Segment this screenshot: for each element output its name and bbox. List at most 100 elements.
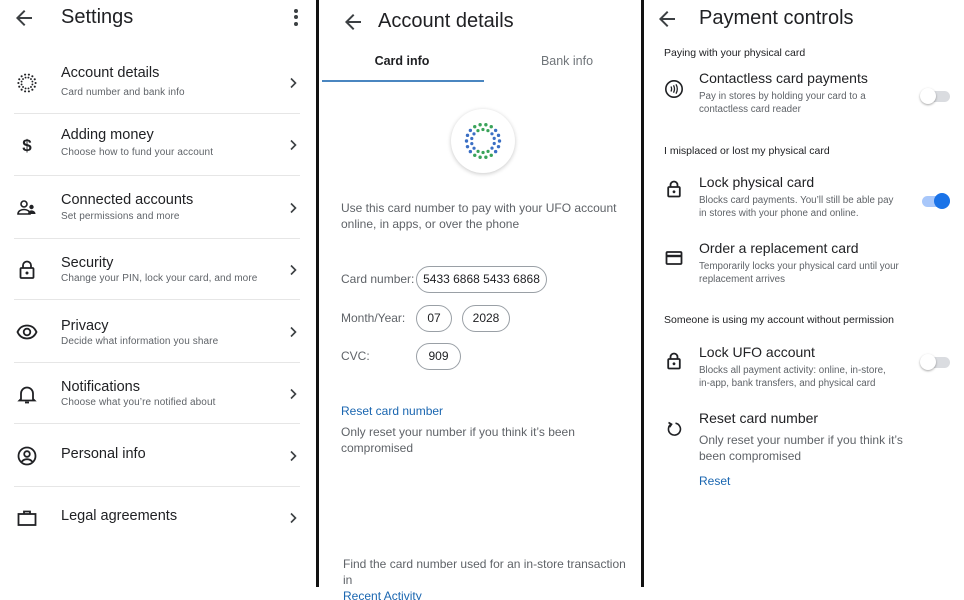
- account-details-screen: Account details Card info Bank info Use …: [319, 0, 641, 600]
- logo-dot: [34, 81, 37, 85]
- logo-dot: [30, 78, 32, 80]
- refresh-icon: [664, 419, 684, 439]
- recent-activity-link[interactable]: Recent Activity: [343, 588, 633, 600]
- logo-dot: [481, 127, 485, 132]
- control-subtitle: Temporarily locks your physical card unt…: [699, 261, 899, 285]
- more-vert-icon: [286, 8, 306, 26]
- reset-note: Only reset your number if you think it’s…: [341, 425, 575, 455]
- back-button[interactable]: [341, 10, 365, 34]
- people-icon: [16, 197, 38, 219]
- card-number-label: Card number:: [341, 272, 415, 286]
- logo-dot: [20, 80, 23, 83]
- logo-dot: [486, 149, 490, 153]
- settings-app-bar: Settings: [0, 0, 316, 40]
- chevron-right-icon: [290, 450, 297, 461]
- control-label: Order a replacement card: [699, 240, 859, 256]
- card-number-field[interactable]: 5433 6868 5433 6868: [416, 266, 547, 293]
- lock-icon: [664, 179, 684, 199]
- logo-dot: [490, 132, 494, 136]
- logo-dot: [31, 80, 34, 83]
- reset-card-number-link[interactable]: Reset card number: [341, 404, 443, 418]
- toggle-thumb: [934, 193, 950, 209]
- logo-dot: [30, 86, 32, 88]
- toggle-thumb: [920, 354, 936, 370]
- lock-icon: [16, 259, 38, 281]
- logo-dot: [18, 85, 21, 88]
- logo-dot: [470, 142, 474, 146]
- logo-dot: [24, 87, 27, 90]
- logo-dot: [20, 83, 23, 86]
- logo-dot: [490, 146, 494, 150]
- settings-item-legal-agreements[interactable]: Legal agreements: [0, 487, 316, 549]
- payment-controls-app-bar: Payment controls: [644, 0, 964, 40]
- settings-item-account-details[interactable]: Account details Card number and bank inf…: [0, 52, 316, 114]
- logo-dot: [497, 139, 502, 143]
- svg-text:$: $: [22, 136, 32, 155]
- briefcase-icon: [16, 507, 38, 529]
- find-text: Find the card number used for an in-stor…: [343, 557, 626, 587]
- reset-button[interactable]: Reset: [699, 474, 730, 488]
- logo-dot: [492, 136, 496, 140]
- card-usage-description: Use this card number to pay with your UF…: [341, 201, 617, 231]
- lock-ufo-account-toggle[interactable]: [920, 354, 950, 370]
- lock-physical-card-control: Lock physical card Blocks card payments.…: [644, 174, 964, 222]
- logo-dot: [496, 133, 501, 138]
- tab-bank-info[interactable]: Bank info: [487, 44, 647, 82]
- control-label: Contactless card payments: [699, 70, 868, 86]
- back-button[interactable]: [12, 6, 36, 30]
- logo-dot: [465, 144, 470, 149]
- lock-icon: [664, 351, 684, 371]
- settings-item-security[interactable]: Security Change your PIN, lock your card…: [0, 239, 316, 300]
- settings-item-subtitle: Choose how to fund your account: [61, 147, 214, 158]
- settings-item-label: Security: [61, 255, 114, 271]
- settings-item-personal-info[interactable]: Personal info: [0, 424, 316, 487]
- expiry-year-field[interactable]: 2028: [462, 305, 510, 332]
- expiry-row: Month/Year: 07 2028: [341, 305, 631, 333]
- logo-dot: [20, 75, 23, 78]
- control-label: Reset card number: [699, 410, 819, 426]
- logo-dot: [22, 86, 24, 88]
- logo-dot: [476, 129, 480, 133]
- control-subtitle: Blocks all payment activity: online, in-…: [699, 365, 886, 389]
- order-replacement-card-control[interactable]: Order a replacement card Temporarily loc…: [644, 240, 964, 288]
- logo-dot: [493, 128, 498, 133]
- logo-dot: [464, 139, 469, 143]
- logo-dot: [472, 132, 476, 136]
- logo-dot: [476, 149, 480, 153]
- settings-item-connected-accounts[interactable]: Connected accounts Set permissions and m…: [0, 176, 316, 239]
- credit-card-icon: [664, 248, 684, 268]
- cvc-field[interactable]: 909: [416, 343, 461, 370]
- contactless-payments-toggle[interactable]: [920, 88, 950, 104]
- logo-dot: [496, 144, 501, 149]
- arrow-left-icon: [16, 10, 32, 26]
- logo-dot: [473, 125, 477, 129]
- logo-dot: [31, 88, 34, 91]
- tab-card-info[interactable]: Card info: [322, 44, 482, 82]
- settings-item-subtitle: Choose what you’re notified about: [61, 397, 216, 408]
- settings-item-label: Connected accounts: [61, 192, 194, 208]
- logo-dot: [33, 78, 36, 81]
- chevron-right-icon: [290, 512, 297, 524]
- expiry-month-field[interactable]: 07: [416, 305, 452, 332]
- settings-item-adding-money[interactable]: $ Adding money Choose how to fund your a…: [0, 114, 316, 176]
- more-options-button[interactable]: [286, 7, 306, 29]
- page-title: Payment controls: [699, 7, 854, 29]
- logo-dot: [468, 128, 473, 133]
- lock-ufo-account-control: Lock UFO account Blocks all payment acti…: [644, 344, 964, 392]
- month-year-label: Month/Year:: [341, 311, 406, 325]
- cvc-row: CVC: 909: [341, 343, 631, 371]
- lock-physical-card-toggle[interactable]: [920, 193, 950, 209]
- find-card-number-text: Find the card number used for an in-stor…: [343, 556, 633, 600]
- control-subtitle: Pay in stores by holding your card to a …: [699, 91, 866, 115]
- settings-item-subtitle: Card number and bank info: [61, 87, 185, 98]
- settings-item-notifications[interactable]: Notifications Choose what you’re notifie…: [0, 363, 316, 424]
- payment-controls-screen: Payment controls Paying with your physic…: [644, 0, 964, 587]
- settings-item-subtitle: Change your PIN, lock your card, and mor…: [61, 273, 258, 284]
- settings-item-label: Account details: [61, 65, 160, 81]
- logo-dot: [468, 149, 473, 154]
- settings-screen: Settings Account details Card number and…: [0, 0, 316, 587]
- settings-item-privacy[interactable]: Privacy Decide what information you shar…: [0, 300, 316, 363]
- section-heading: I misplaced or lost my physical card: [664, 145, 830, 157]
- back-button[interactable]: [655, 7, 679, 31]
- contactless-icon: [664, 79, 684, 99]
